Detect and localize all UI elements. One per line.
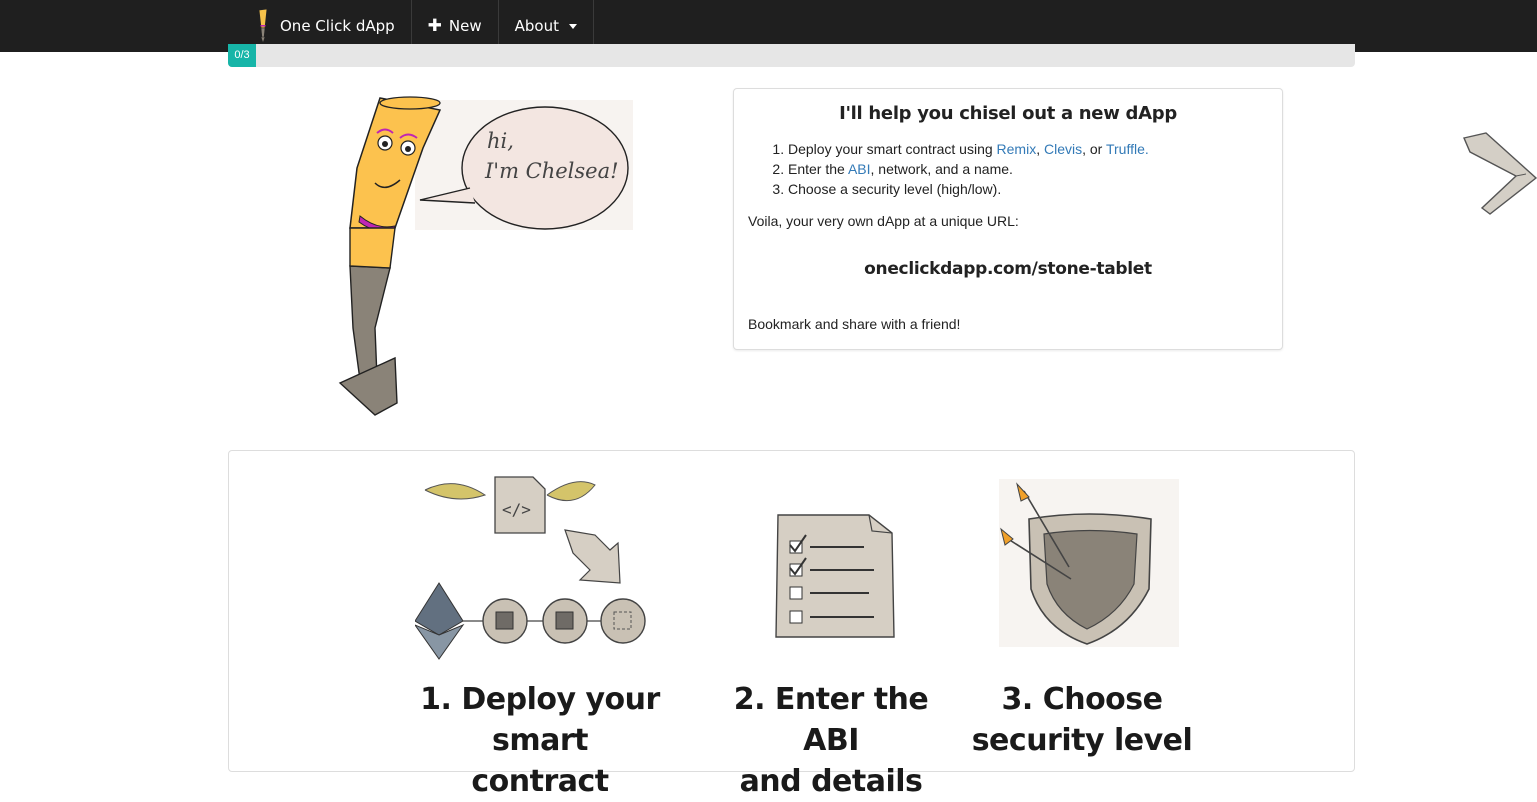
step-3-line-1: 3. Choose (1001, 682, 1163, 717)
step-3-line-2: security level (971, 723, 1193, 758)
caret-down-icon (568, 23, 577, 29)
remix-link[interactable]: Remix (997, 141, 1037, 157)
step1-sep2: , or (1082, 141, 1106, 157)
abi-checklist-icon (775, 514, 895, 638)
step2-suffix: , network, and a name. (870, 161, 1013, 177)
voila-text: Voila, your very own dApp at a unique UR… (748, 213, 1019, 229)
step-1-caption: 1. Deploy your smart contract (389, 679, 691, 802)
step-2-line-1: 2. Enter the ABI (733, 682, 929, 758)
progress-bar: 0/3 (228, 44, 1355, 67)
bookmark-text: Bookmark and share with a friend! (748, 316, 961, 332)
chevron-right-icon[interactable] (1456, 130, 1537, 218)
step-1-line-1: 1. Deploy your smart (420, 682, 660, 758)
step1-text: Deploy your smart contract using (788, 141, 997, 157)
new-label: New (448, 17, 482, 35)
abi-link[interactable]: ABI (848, 161, 871, 177)
speech-bubble: hi, I'm Chelsea! (415, 100, 633, 230)
brand-name: One Click dApp (280, 17, 395, 35)
truffle-link[interactable]: Truffle. (1106, 141, 1149, 157)
intro-step-3: Choose a security level (high/low). (788, 179, 1149, 199)
bubble-line-2: I'm Chelsea! (484, 159, 619, 183)
steps-overview: </> 1. Deploy your smart contract 2. Ent… (228, 450, 1355, 799)
security-shield-icon (999, 479, 1179, 647)
progress-fill: 0/3 (228, 44, 256, 67)
about-label: About (514, 17, 559, 35)
example-url: oneclickdapp.com/stone-tablet (864, 259, 1152, 279)
chelsea-illustration: hi, I'm Chelsea! (338, 96, 633, 416)
step1-sep1: , (1036, 141, 1044, 157)
pencil-chisel-icon (258, 8, 268, 44)
intro-step-1: Deploy your smart contract using Remix , … (788, 139, 1149, 159)
intro-title: I'll help you chisel out a new dApp (839, 103, 1177, 124)
plus-icon: ✚ (427, 16, 442, 36)
deploy-contract-icon: </> (415, 476, 646, 660)
step-2-caption: 2. Enter the ABI and details (711, 679, 951, 802)
step-1-line-2: contract (471, 764, 609, 799)
step-2-line-2: and details (739, 764, 923, 799)
intro-steps: Deploy your smart contract using Remix , … (772, 139, 1149, 199)
step2-text: Enter the (788, 161, 848, 177)
step-3-caption: 3. Choose security level (967, 679, 1197, 761)
svg-text:</>: </> (502, 500, 531, 519)
intro-step-2: Enter the ABI, network, and a name. (788, 159, 1149, 179)
bubble-line-1: hi, (487, 129, 514, 153)
clevis-link[interactable]: Clevis (1044, 141, 1082, 157)
intro-panel: I'll help you chisel out a new dApp Depl… (733, 88, 1283, 350)
